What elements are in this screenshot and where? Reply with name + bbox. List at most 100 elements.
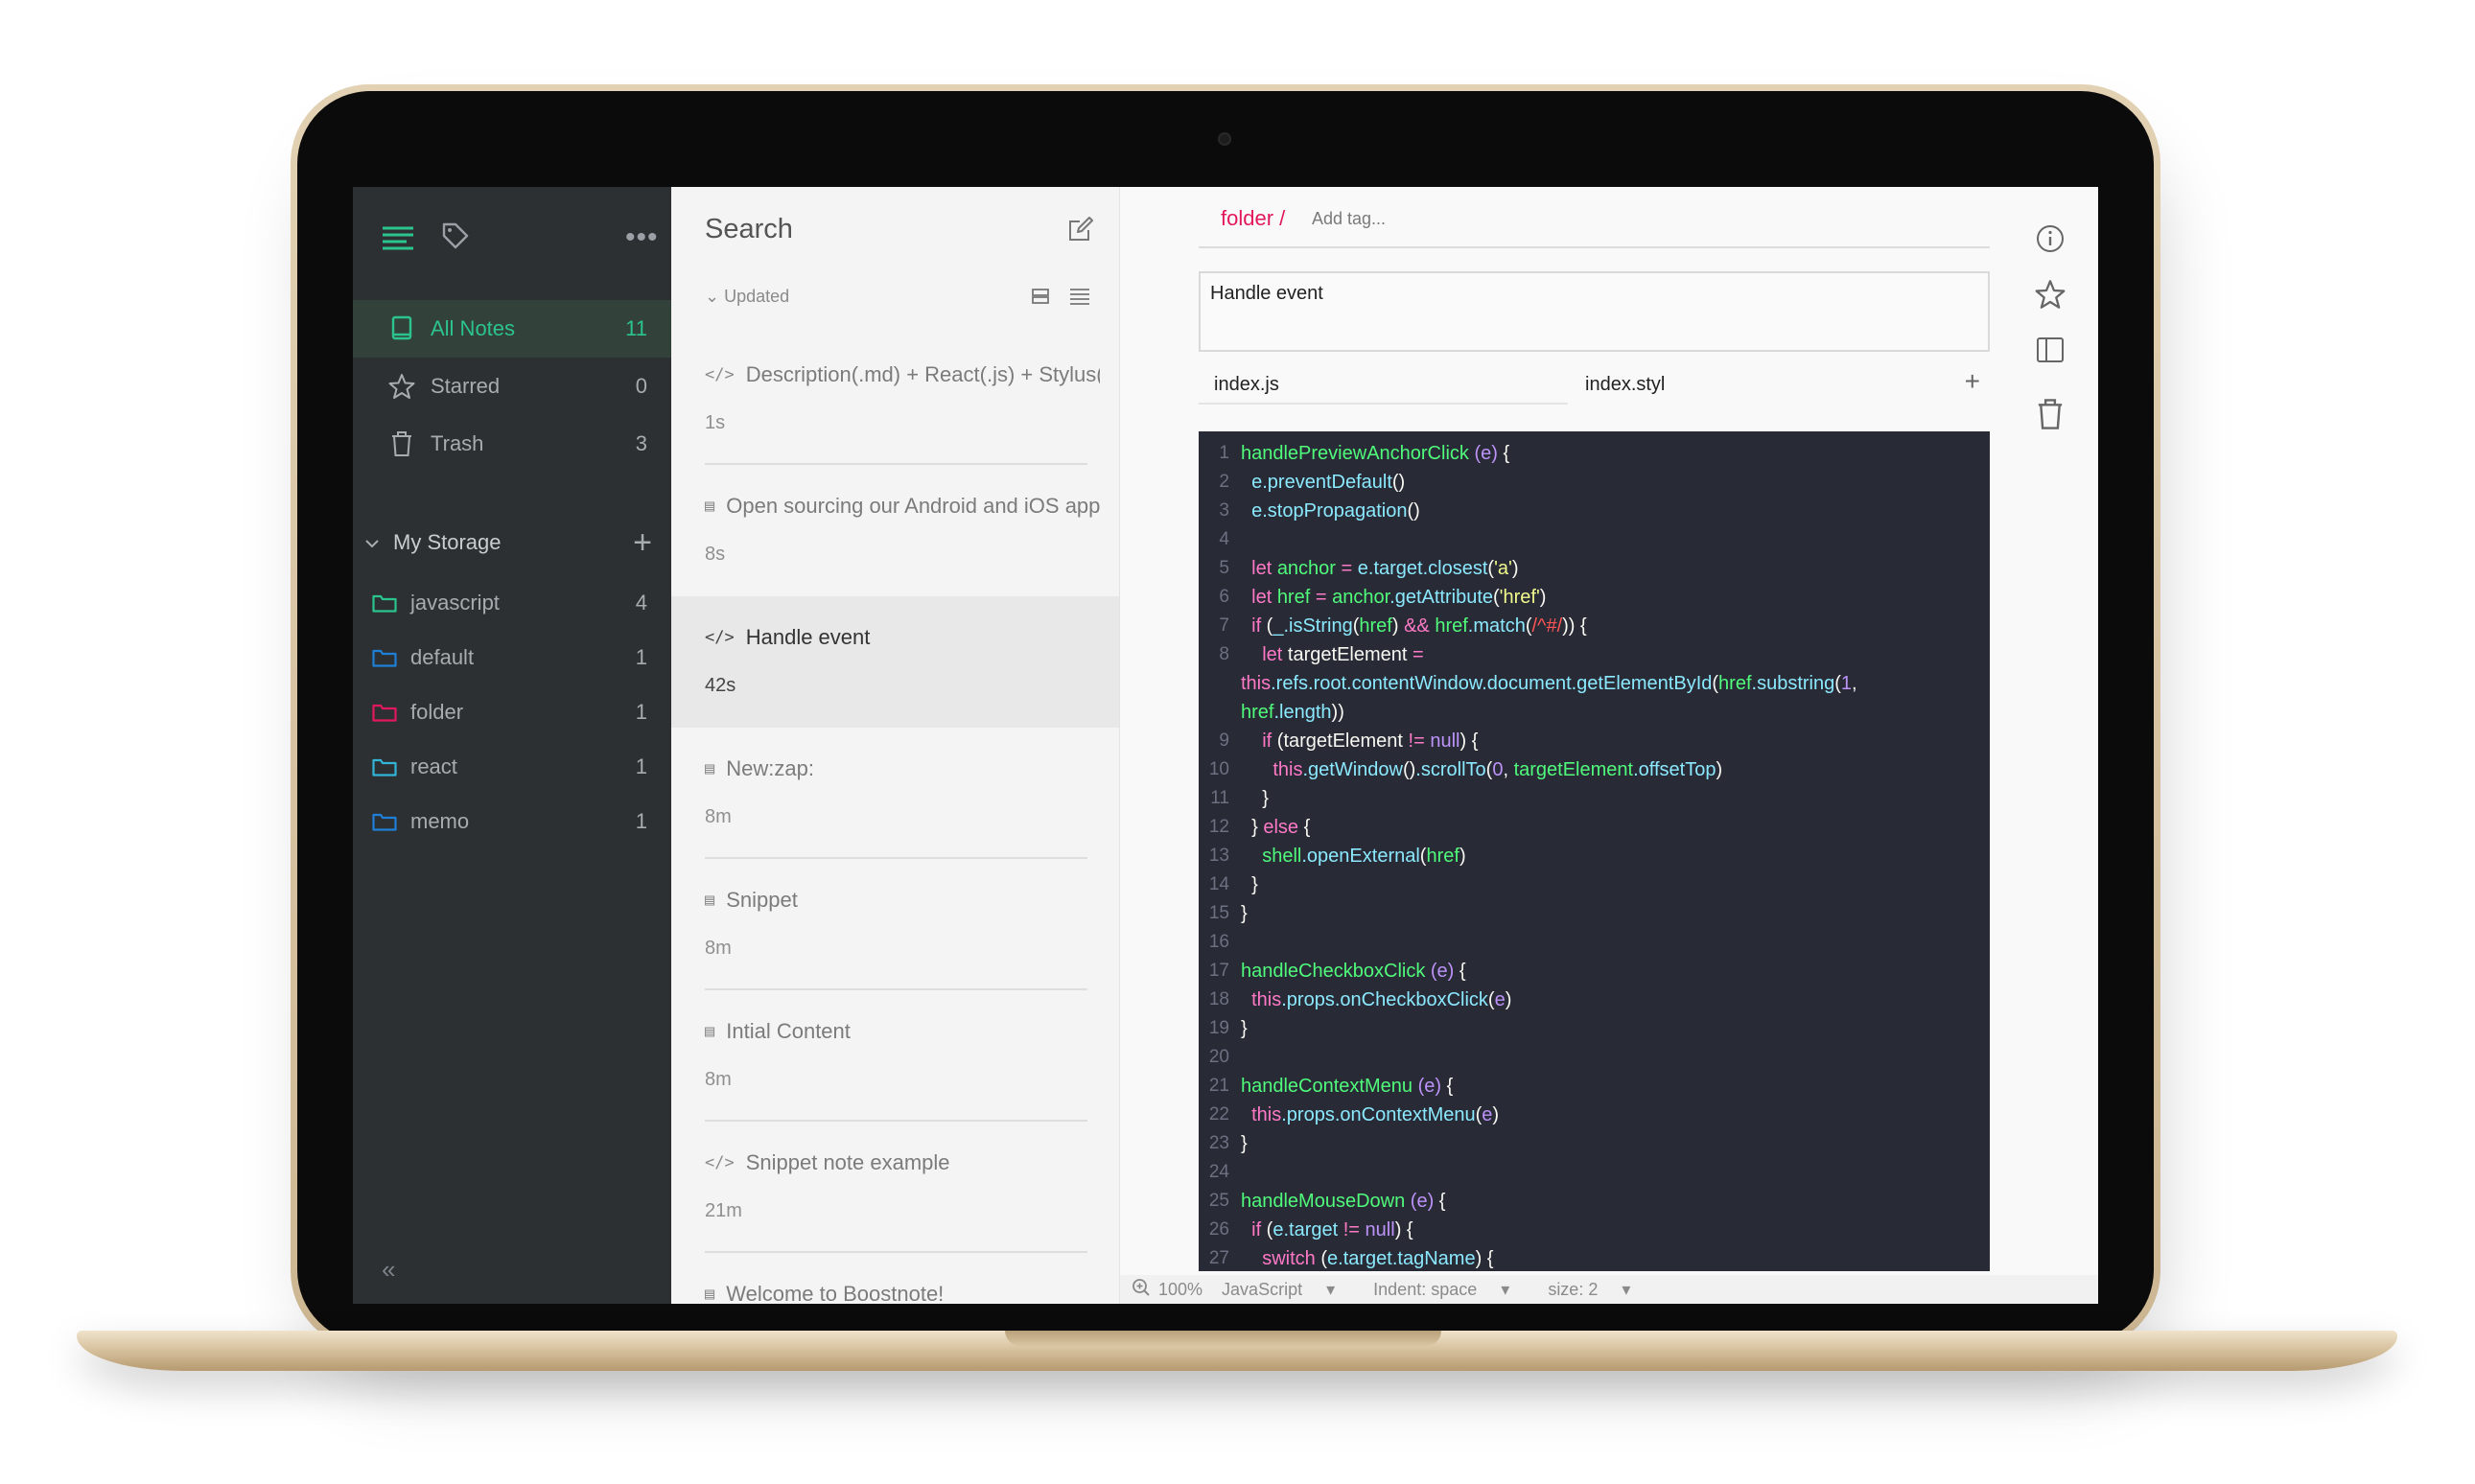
document-icon: ▤ [705, 1285, 715, 1304]
folder-label: react [410, 754, 457, 778]
zoom-icon[interactable] [1132, 1278, 1151, 1302]
note-item-selected[interactable]: </> Handle event 42s [671, 596, 1119, 728]
note-item[interactable]: ▤ New:zap: 8m [671, 728, 1119, 859]
note-time: 21m [705, 1200, 742, 1221]
folder-label: default [410, 644, 475, 669]
indent-label: Indent: space [1373, 1279, 1478, 1299]
sidebar-item-label: Starred [431, 374, 501, 398]
folder-item-folder[interactable]: folder 1 [353, 684, 671, 739]
folder-item-javascript[interactable]: javascript 4 [353, 575, 671, 630]
document-icon: ▤ [705, 1022, 715, 1041]
note-time: 42s [705, 675, 736, 696]
code-editor[interactable]: 1 handlePreviewAnchorClick (e) { 2 e.prev… [1199, 431, 1990, 1271]
editor-pane: folder / Add tag... Handle event index.j… [1120, 187, 2098, 1304]
folder-count: 4 [635, 590, 647, 614]
add-folder-icon[interactable]: + [633, 524, 652, 562]
default-view-icon[interactable] [1031, 287, 1050, 311]
star-icon[interactable] [2035, 279, 2066, 314]
note-item[interactable]: ▤ Welcome to Boostnote! [671, 1253, 1119, 1304]
storage-title: My Storage [393, 530, 502, 554]
note-time: 8m [705, 1069, 732, 1090]
search-input[interactable]: Search [705, 214, 793, 245]
tag-input[interactable]: Add tag... [1312, 209, 1386, 229]
note-time: 8m [705, 806, 732, 827]
info-icon[interactable] [2035, 223, 2066, 259]
storage-header[interactable]: My Storage + [353, 515, 671, 570]
sidebar-item-all-notes[interactable]: All Notes 11 [353, 300, 671, 358]
tag-icon[interactable] [441, 221, 470, 255]
fullscreen-icon[interactable] [2035, 335, 2066, 370]
zoom-level[interactable]: 100% [1158, 1280, 1202, 1300]
sidebar-header: ••• [353, 187, 671, 292]
note-time: 1s [705, 412, 726, 433]
size-select[interactable]: size: 2 ▾ [1548, 1280, 1649, 1300]
camera [1218, 132, 1231, 146]
trash-icon [386, 429, 417, 459]
sidebar-item-count: 3 [635, 431, 647, 455]
note-item[interactable]: ▤ Snippet 8m [671, 859, 1119, 990]
tab-index-styl[interactable]: index.styl [1570, 364, 1857, 405]
note-title: Snippet [726, 888, 798, 912]
sidebar-item-count: 11 [625, 316, 647, 340]
folder-icon [372, 758, 397, 777]
folder-item-react[interactable]: react 1 [353, 739, 671, 794]
trash-icon[interactable] [2035, 398, 2066, 435]
folder-label: memo [410, 808, 470, 833]
note-title: New:zap: [726, 756, 814, 780]
note-title: Intial Content [726, 1019, 851, 1043]
note-item[interactable]: ▤ Open sourcing our Android and iOS apps … [671, 465, 1119, 596]
mode-label: JavaScript [1222, 1279, 1303, 1299]
notes-list: </> Description(.md) + React(.js) + Stylu… [671, 334, 1119, 1304]
compressed-view-icon[interactable] [1069, 287, 1090, 311]
star-icon [386, 371, 417, 402]
snippet-tabs: index.js index.styl + [1199, 364, 1990, 405]
tab-index-js[interactable]: index.js [1199, 364, 1568, 405]
sidebar-item-label: All Notes [431, 316, 516, 340]
chevron-down-icon: ⌄ [705, 287, 720, 306]
status-bar: 100% JavaScript ▾ Indent: space ▾ size: … [1120, 1275, 2098, 1304]
sort-dropdown[interactable]: ⌄ Updated [705, 287, 789, 307]
note-item[interactable]: ▤ Intial Content 8m [671, 990, 1119, 1122]
more-options-icon[interactable]: ••• [625, 221, 659, 254]
caret-down-icon: ▾ [1622, 1279, 1631, 1299]
folder-icon [372, 649, 397, 667]
notebook-icon [386, 313, 417, 344]
add-tab-button[interactable]: + [1965, 366, 1980, 397]
note-title: Open sourcing our Android and iOS apps [726, 494, 1100, 518]
folder-icon [372, 704, 397, 722]
new-note-icon[interactable] [1067, 216, 1094, 247]
folder-item-default[interactable]: default 1 [353, 630, 671, 684]
menu-icon[interactable] [382, 225, 414, 255]
indent-select[interactable]: Indent: space ▾ [1373, 1280, 1529, 1300]
folder-count: 1 [635, 808, 647, 833]
caret-down-icon: ▾ [1501, 1279, 1510, 1299]
code-icon: </> [705, 628, 735, 647]
sidebar-item-label: Trash [431, 431, 484, 455]
note-title: Snippet note example [745, 1150, 950, 1174]
sidebar-item-trash[interactable]: Trash 3 [353, 415, 671, 473]
sort-label: Updated [724, 287, 790, 306]
note-item[interactable]: </> Snippet note example 21m [671, 1122, 1119, 1253]
sidebar: ••• All Notes 11 Starred 0 Trash 3 My St… [353, 187, 671, 1304]
note-title: Handle event [745, 625, 871, 649]
folder-icon [372, 813, 397, 831]
folder-count: 1 [635, 644, 647, 669]
code-icon: </> [705, 365, 735, 384]
folder-item-memo[interactable]: memo 1 [353, 794, 671, 848]
note-item[interactable]: </> Description(.md) + React(.js) + Stylu… [671, 334, 1119, 465]
caret-down-icon: ▾ [1326, 1279, 1336, 1299]
collapse-sidebar-icon[interactable]: « [382, 1255, 395, 1285]
note-list: Search ⌄ Updated </> Description(.md) + R… [671, 187, 1120, 1304]
sidebar-item-starred[interactable]: Starred 0 [353, 358, 671, 415]
sidebar-item-count: 0 [635, 374, 647, 398]
document-icon: ▤ [705, 891, 715, 910]
mode-select[interactable]: JavaScript ▾ [1222, 1280, 1354, 1300]
note-time: 8s [705, 544, 726, 565]
folder-count: 1 [635, 754, 647, 778]
app-window: ••• All Notes 11 Starred 0 Trash 3 My St… [353, 187, 2098, 1304]
note-time: 8m [705, 938, 732, 959]
description-field[interactable]: Handle event [1199, 271, 1990, 352]
folder-breadcrumb[interactable]: folder / [1221, 206, 1285, 231]
folder-label: folder [410, 699, 464, 724]
editor-side-toolbar [2021, 187, 2098, 1304]
